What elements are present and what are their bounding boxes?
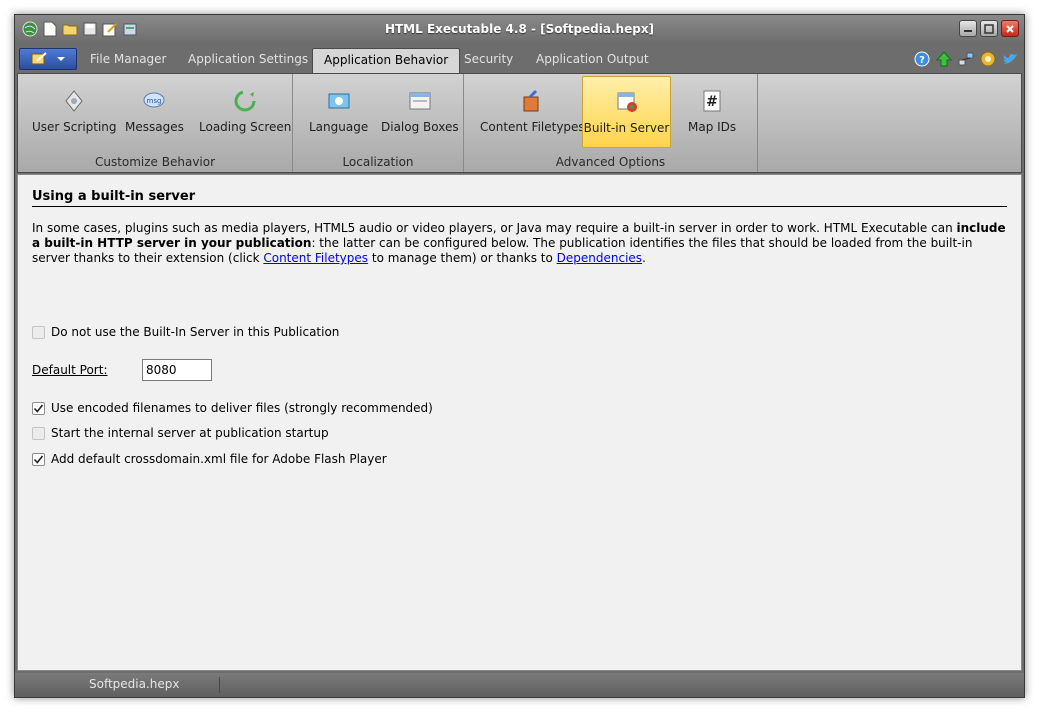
language-icon bbox=[328, 93, 350, 109]
ribbon-button-label: User Scripting bbox=[32, 120, 117, 134]
ribbon-button-label: Content Filetypes bbox=[480, 120, 585, 134]
minimize-button[interactable] bbox=[959, 20, 977, 37]
ribbon-group-label: Localization bbox=[342, 155, 414, 169]
ribbon-tab-bar: File Manager Application Settings Applic… bbox=[15, 45, 1024, 73]
award-icon[interactable] bbox=[980, 51, 996, 67]
status-divider bbox=[219, 677, 220, 693]
loading-screen-icon bbox=[234, 90, 256, 112]
ribbon-button-map-ids[interactable]: # Map IDs bbox=[682, 76, 742, 148]
ribbon-button-messages[interactable]: msg Messages bbox=[119, 76, 190, 148]
help-toolbar: ? bbox=[914, 51, 1018, 67]
disable-server-checkbox[interactable] bbox=[32, 325, 45, 339]
ribbon-button-content-filetypes[interactable]: Content Filetypes bbox=[474, 76, 591, 148]
content-panel: Using a built-in server In some cases, p… bbox=[17, 174, 1022, 671]
maximize-button[interactable] bbox=[980, 20, 998, 37]
ribbon-group-label: Advanced Options bbox=[555, 155, 666, 169]
ribbon-button-label: Built-in Server bbox=[583, 121, 670, 135]
content-filetypes-link[interactable]: Content Filetypes bbox=[263, 251, 368, 265]
help-icon[interactable]: ? bbox=[914, 51, 930, 67]
crossdomain-checkbox[interactable] bbox=[32, 452, 45, 466]
app-menu-icon bbox=[31, 52, 47, 65]
window-title: HTML Executable 4.8 - [Softpedia.hepx] bbox=[384, 22, 655, 36]
ribbon-button-dialog-boxes[interactable]: Dialog Boxes bbox=[375, 76, 465, 148]
built-in-server-icon bbox=[617, 92, 637, 112]
minimize-icon bbox=[964, 29, 972, 32]
svg-text:?: ? bbox=[919, 55, 925, 66]
ribbon-button-built-in-server[interactable]: Built-in Server bbox=[582, 76, 671, 148]
page-title: Using a built-in server bbox=[32, 189, 1007, 207]
disable-server-label: Do not use the Built-In Server in this P… bbox=[51, 325, 340, 339]
encoded-filenames-label: Use encoded filenames to deliver files (… bbox=[51, 401, 433, 415]
close-button[interactable] bbox=[1001, 20, 1019, 37]
twitter-icon[interactable] bbox=[1002, 51, 1018, 67]
ribbon-group-label: Customize Behavior bbox=[94, 155, 216, 169]
content-filetypes-icon bbox=[523, 89, 539, 112]
ribbon-button-label: Loading Screen bbox=[199, 120, 292, 134]
start-server-label: Start the internal server at publication… bbox=[51, 426, 329, 440]
crossdomain-option[interactable]: Add default crossdomain.xml file for Ado… bbox=[32, 452, 387, 466]
ribbon-button-label: Dialog Boxes bbox=[381, 120, 459, 134]
application-menu-button[interactable] bbox=[19, 48, 77, 70]
network-icon[interactable] bbox=[958, 51, 974, 67]
ribbon-group-advanced-options: Content Filetypes Built-in Server # Map … bbox=[464, 74, 758, 172]
title-bar: HTML Executable 4.8 - [Softpedia.hepx] bbox=[15, 15, 1024, 45]
tab-security[interactable]: Security bbox=[453, 48, 524, 73]
ribbon-button-label: Map IDs bbox=[688, 120, 737, 134]
encoded-filenames-checkbox[interactable] bbox=[32, 401, 45, 415]
close-icon bbox=[1006, 24, 1014, 33]
update-icon[interactable] bbox=[936, 51, 952, 67]
status-bar: Softpedia.hepx bbox=[15, 673, 1024, 697]
ribbon: User Scripting msg Messages Loading Scre… bbox=[17, 73, 1022, 173]
maximize-icon bbox=[984, 23, 994, 34]
dialog-boxes-icon bbox=[409, 92, 431, 110]
svg-text:msg: msg bbox=[147, 97, 162, 105]
status-document-name: Softpedia.hepx bbox=[89, 677, 180, 691]
ribbon-button-language[interactable]: Language bbox=[303, 76, 374, 148]
ribbon-button-label: Language bbox=[309, 120, 369, 134]
hash-icon: # bbox=[703, 90, 721, 112]
tab-application-output[interactable]: Application Output bbox=[525, 48, 660, 73]
checkmark-icon bbox=[33, 455, 44, 464]
ribbon-group-customize-behavior: User Scripting msg Messages Loading Scre… bbox=[18, 74, 293, 172]
tab-application-settings[interactable]: Application Settings bbox=[177, 48, 319, 73]
start-server-checkbox[interactable] bbox=[32, 426, 45, 440]
default-port-input[interactable] bbox=[142, 359, 212, 381]
ribbon-group-localization: Language Dialog Boxes Localization bbox=[293, 74, 464, 172]
default-port-label: Default Port: bbox=[32, 363, 108, 377]
svg-text:#: # bbox=[706, 94, 718, 110]
chevron-down-icon bbox=[57, 57, 65, 61]
crossdomain-label: Add default crossdomain.xml file for Ado… bbox=[51, 452, 387, 466]
disable-server-option[interactable]: Do not use the Built-In Server in this P… bbox=[32, 325, 339, 339]
ribbon-button-user-scripting[interactable]: User Scripting bbox=[26, 76, 123, 148]
dependencies-link[interactable]: Dependencies bbox=[557, 251, 642, 265]
script-icon bbox=[65, 90, 83, 112]
window-controls bbox=[959, 20, 1019, 37]
encoded-filenames-option[interactable]: Use encoded filenames to deliver files (… bbox=[32, 401, 433, 415]
checkmark-icon bbox=[33, 404, 44, 413]
app-window: HTML Executable 4.8 - [Softpedia.hepx] F… bbox=[14, 14, 1025, 698]
description-text: In some cases, plugins such as media pla… bbox=[32, 221, 1006, 265]
start-server-option[interactable]: Start the internal server at publication… bbox=[32, 426, 329, 440]
tab-application-behavior[interactable]: Application Behavior bbox=[312, 48, 461, 73]
ribbon-button-label: Messages bbox=[125, 120, 184, 134]
messages-icon: msg bbox=[143, 92, 165, 108]
ribbon-button-loading-screen[interactable]: Loading Screen bbox=[193, 76, 297, 148]
tab-file-manager[interactable]: File Manager bbox=[79, 48, 178, 73]
